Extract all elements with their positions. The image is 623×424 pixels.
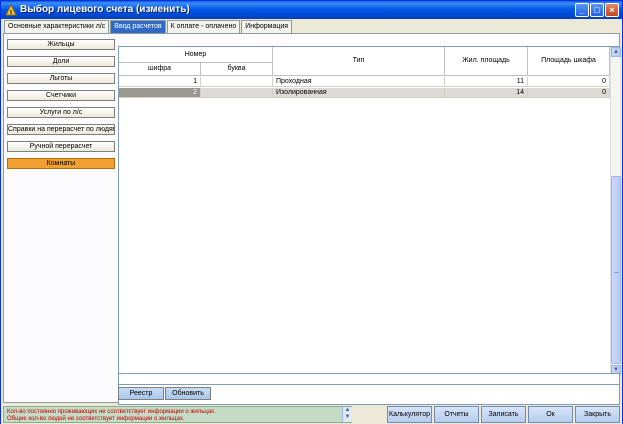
close-window-button[interactable]: × [605,3,619,17]
maximize-icon: □ [594,5,600,15]
grid-footer-input[interactable] [118,373,620,385]
header-type[interactable]: Тип [273,47,445,76]
minimize-icon: _ [579,5,585,15]
scroll-thumb[interactable] [611,176,621,364]
close-button[interactable]: Закрыть [575,406,620,423]
warning-message: Кол-во постоянно проживающих не соответс… [7,409,216,415]
chevron-up-icon[interactable]: ▲ [343,407,352,414]
minimize-button[interactable]: _ [575,3,589,17]
table-cell-living-area[interactable]: 11 [445,77,528,87]
table-cell-type[interactable]: Проходная [273,77,445,87]
app-icon [5,4,17,16]
window-title: Выбор лицевого счета (изменить) [20,4,190,15]
chevron-down-icon[interactable]: ▼ [343,414,352,421]
table-cell-letter[interactable] [201,88,273,98]
warning-box: Кол-во постоянно проживающих не соответс… [3,406,352,423]
tab-input-calculations[interactable]: Ввод расчетов [110,20,166,33]
table-cell-living-area[interactable]: 14 [445,88,528,98]
warning-message: Общее кол-во людей не соответствует инфо… [7,416,185,422]
nav-benefits-button[interactable]: Льготы [7,73,115,84]
rooms-grid: Номер шифра буква Тип Жил. площадь Площа… [118,46,621,405]
nav-manual-recalc-button[interactable]: Ручной перерасчет [7,141,115,152]
nav-rooms-button[interactable]: Комнаты [7,158,115,169]
grid-vertical-scrollbar[interactable]: ▲ ▼ [610,47,621,376]
nav-recalc-certificates-button[interactable]: Справки на перерасчет по людям [7,124,115,135]
ok-button[interactable]: Ок [528,406,573,423]
header-digit[interactable]: шифра [119,63,201,76]
header-number-group: Номер [119,47,273,63]
header-letter[interactable]: буква [201,63,273,76]
status-bar: Кол-во постоянно проживающих не соответс… [1,405,622,424]
nav-residents-button[interactable]: Жильцы [7,39,115,50]
close-icon: × [609,5,615,15]
table-cell-type[interactable]: Изолированная [273,88,445,98]
tab-to-pay-paid[interactable]: К оплате - оплачено [166,20,241,33]
scroll-up-button[interactable]: ▲ [611,47,621,57]
reports-button[interactable]: Отчеты [434,406,479,423]
nav-meters-button[interactable]: Счетчики [7,90,115,101]
grip-icon [614,272,619,273]
header-living-area[interactable]: Жил. площадь [445,47,528,76]
table-cell-digit[interactable]: 2 [119,88,201,98]
chevron-up-icon: ▲ [613,49,619,55]
application-window: Выбор лицевого счета (изменить) _ □ × Ос… [0,0,623,424]
table-cell-closet-area[interactable]: 0 [528,77,610,87]
warning-scrollbar[interactable]: ▲ ▼ [342,407,352,422]
registry-button[interactable]: Реестр [118,387,164,400]
table-cell-letter[interactable] [201,77,273,87]
calculator-button[interactable]: Калькулятор [387,406,432,423]
table-cell-digit[interactable]: 1 [119,77,201,87]
refresh-button[interactable]: Обновить [165,387,211,400]
tab-panel: Жильцы Доли Льготы Счетчики Услуги по л/… [3,33,621,405]
title-bar[interactable]: Выбор лицевого счета (изменить) _ □ × [1,1,622,19]
nav-services-button[interactable]: Услуги по л/с [7,107,115,118]
save-button[interactable]: Записать [481,406,526,423]
maximize-button[interactable]: □ [590,3,604,17]
tab-strip: Основные характеристики л/с Ввод расчето… [4,20,293,33]
table-cell-closet-area[interactable]: 0 [528,88,610,98]
tab-information[interactable]: Информация [241,20,293,33]
nav-shares-button[interactable]: Доли [7,56,115,67]
header-closet-area[interactable]: Площадь шкафа [528,47,610,76]
tab-main-characteristics[interactable]: Основные характеристики л/с [4,20,110,33]
